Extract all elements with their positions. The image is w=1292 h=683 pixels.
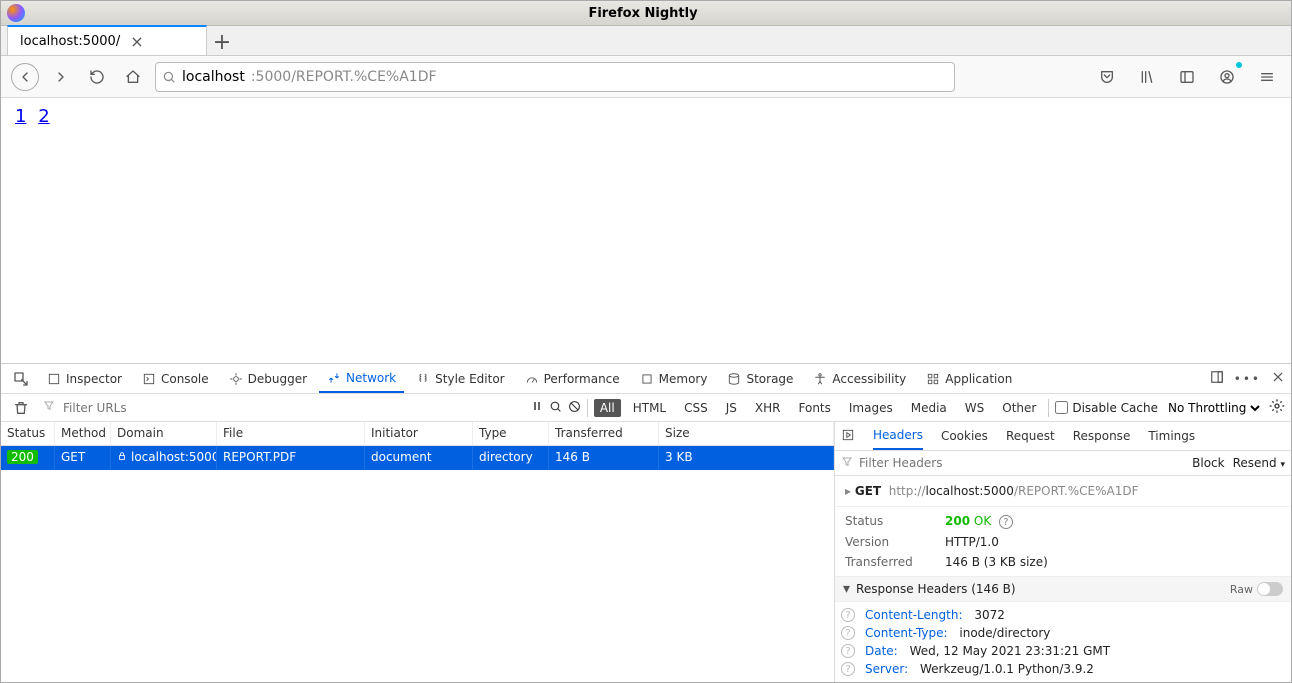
devtools-picker-icon[interactable] — [7, 365, 35, 393]
devtools-close-icon[interactable] — [1271, 370, 1285, 387]
request-summary[interactable]: ▸ GET http://localhost:5000/REPORT.%CE%A… — [835, 476, 1291, 507]
filter-other[interactable]: Other — [996, 399, 1042, 417]
tab-storage[interactable]: Storage — [719, 364, 801, 393]
question-icon[interactable]: ? — [999, 515, 1013, 529]
funnel-icon — [841, 456, 853, 471]
details-tabs: Headers Cookies Request Response Timings — [835, 422, 1291, 451]
tab-network[interactable]: Network — [319, 364, 404, 393]
url-bar[interactable]: localhost :5000/REPORT.%CE%A1DF — [155, 62, 955, 92]
dtab-headers[interactable]: Headers — [873, 422, 923, 450]
disable-cache-checkbox[interactable]: Disable Cache — [1055, 401, 1158, 415]
page-link[interactable]: 1 — [15, 106, 26, 127]
tab-debugger[interactable]: Debugger — [221, 364, 315, 393]
filter-images[interactable]: Images — [843, 399, 899, 417]
request-row[interactable]: 200 GET localhost:5000 REPORT.PDF docume… — [1, 446, 834, 470]
response-header-row: ?Date: Wed, 12 May 2021 23:31:21 GMT — [835, 642, 1291, 660]
filter-media[interactable]: Media — [905, 399, 953, 417]
resend-button[interactable]: Resend ▾ — [1233, 456, 1285, 470]
devtools-tabs: Inspector Console Debugger Network Style… — [1, 364, 1291, 394]
settings-gear-icon[interactable] — [1269, 398, 1285, 417]
filter-html[interactable]: HTML — [627, 399, 672, 417]
question-icon[interactable]: ? — [841, 608, 855, 622]
network-filter-bar: All HTML CSS JS XHR Fonts Images Media W… — [1, 394, 1291, 422]
filter-urls-input[interactable] — [63, 401, 263, 415]
url-host: localhost — [182, 69, 245, 85]
filter-all[interactable]: All — [594, 399, 621, 417]
tab-memory[interactable]: Memory — [632, 364, 716, 393]
dtab-response[interactable]: Response — [1073, 423, 1131, 449]
details-filter-bar: Block Resend ▾ — [835, 451, 1291, 476]
menu-icon[interactable] — [1253, 63, 1281, 91]
tab-application[interactable]: Application — [918, 364, 1020, 393]
tab-accessibility[interactable]: Accessibility — [805, 364, 914, 393]
tab-title: localhost:5000/ — [20, 34, 120, 49]
pocket-icon[interactable] — [1093, 63, 1121, 91]
replay-icon[interactable] — [841, 428, 855, 445]
response-headers-section[interactable]: ▾ Response Headers (146 B) Raw — [835, 576, 1291, 602]
dtab-cookies[interactable]: Cookies — [941, 423, 988, 449]
details-panel: Headers Cookies Request Response Timings… — [835, 422, 1291, 682]
tab-close-icon[interactable]: × — [130, 32, 143, 51]
sidebar-icon[interactable] — [1173, 63, 1201, 91]
question-icon[interactable]: ? — [841, 644, 855, 658]
block-button[interactable]: Block — [1192, 456, 1224, 470]
window-title: Firefox Nightly — [31, 6, 1255, 21]
response-header-row: ?Server: Werkzeug/1.0.1 Python/3.9.2 — [835, 660, 1291, 678]
browser-tab[interactable]: localhost:5000/ × — [7, 25, 207, 55]
filter-fonts[interactable]: Fonts — [793, 399, 837, 417]
navbar: localhost :5000/REPORT.%CE%A1DF — [1, 56, 1291, 98]
question-icon[interactable]: ? — [841, 626, 855, 640]
home-button[interactable] — [119, 63, 147, 91]
response-header-row: ?Content-Length: 3072 — [835, 606, 1291, 624]
filter-headers-input[interactable] — [859, 456, 1186, 470]
filter-css[interactable]: CSS — [678, 399, 714, 417]
forward-button[interactable] — [47, 63, 75, 91]
search-icon — [162, 70, 176, 84]
dtab-timings[interactable]: Timings — [1148, 423, 1195, 449]
devtools-dock-icon[interactable] — [1210, 370, 1224, 387]
tab-inspector[interactable]: Inspector — [39, 364, 130, 393]
tab-strip: localhost:5000/ × + — [1, 26, 1291, 56]
status-badge: 200 — [7, 450, 38, 464]
question-icon[interactable]: ? — [841, 662, 855, 676]
trash-icon[interactable] — [7, 394, 35, 422]
tab-console[interactable]: Console — [134, 364, 217, 393]
filter-js[interactable]: JS — [720, 399, 743, 417]
devtools-more-icon[interactable]: ••• — [1234, 372, 1261, 386]
devtools: Inspector Console Debugger Network Style… — [1, 363, 1291, 682]
throttling-select[interactable]: No Throttling — [1164, 400, 1263, 416]
block-icon[interactable] — [568, 400, 581, 416]
tab-style-editor[interactable]: Style Editor — [408, 364, 512, 393]
reload-button[interactable] — [83, 63, 111, 91]
lock-icon — [117, 450, 127, 460]
dtab-request[interactable]: Request — [1006, 423, 1055, 449]
account-icon[interactable] — [1213, 63, 1241, 91]
search-icon[interactable] — [549, 400, 562, 416]
response-header-row: ?Content-Type: inode/directory — [835, 624, 1291, 642]
requests-table-header: Status Method Domain File Initiator Type… — [1, 422, 834, 446]
firefox-icon — [7, 4, 25, 22]
page-link[interactable]: 2 — [38, 106, 49, 127]
tab-performance[interactable]: Performance — [517, 364, 628, 393]
pause-icon[interactable] — [531, 400, 543, 415]
funnel-icon — [43, 400, 55, 415]
raw-toggle[interactable] — [1257, 582, 1283, 596]
back-button[interactable] — [11, 63, 39, 91]
requests-table: Status Method Domain File Initiator Type… — [1, 422, 835, 682]
library-icon[interactable] — [1133, 63, 1161, 91]
chevron-down-icon: ▾ — [843, 581, 850, 597]
url-rest: :5000/REPORT.%CE%A1DF — [251, 69, 437, 85]
os-titlebar: Firefox Nightly — [1, 1, 1291, 26]
filter-xhr[interactable]: XHR — [749, 399, 787, 417]
new-tab-button[interactable]: + — [207, 30, 237, 55]
filter-ws[interactable]: WS — [959, 399, 990, 417]
page-content: 1 2 — [1, 98, 1291, 363]
